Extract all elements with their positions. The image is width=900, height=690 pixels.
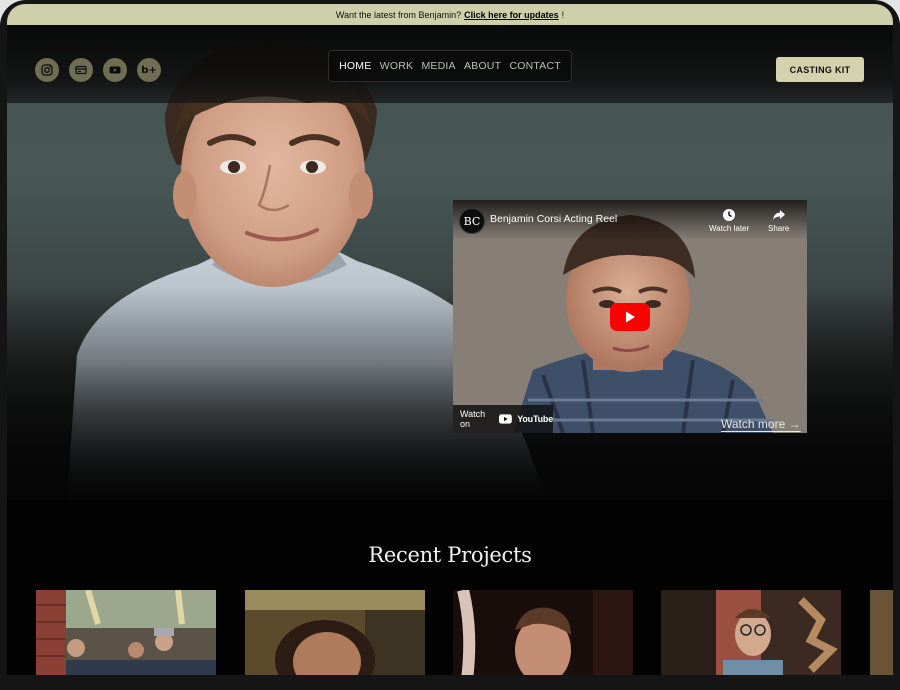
nav-contact[interactable]: CONTACT xyxy=(509,60,560,72)
updates-link[interactable]: Click here for updates xyxy=(464,10,559,20)
casting-kit-button[interactable]: CASTING KIT xyxy=(776,57,864,82)
watch-later-label: Watch later xyxy=(709,224,750,233)
project-thumbnail-partial[interactable] xyxy=(870,590,893,675)
channel-avatar[interactable]: BC xyxy=(459,208,485,234)
watch-on-youtube-button[interactable]: Watch on YouTube xyxy=(453,405,553,433)
project-thumbnail[interactable] xyxy=(453,590,633,675)
browser-viewport: Want the latest from Benjamin? Click her… xyxy=(7,4,893,675)
watch-on-label: Watch on xyxy=(460,409,486,429)
social-links: b+ xyxy=(35,58,161,82)
main-nav: HOME WORK MEDIA ABOUT CONTACT xyxy=(328,50,572,82)
announcement-text: Want the latest from Benjamin? xyxy=(335,9,462,20)
behance-icon: b+ xyxy=(141,64,157,76)
nav-home[interactable]: HOME xyxy=(339,60,371,72)
card-link[interactable] xyxy=(69,58,93,82)
youtube-link[interactable] xyxy=(103,58,127,82)
play-button[interactable] xyxy=(610,303,650,331)
project-thumbnail[interactable] xyxy=(36,590,216,675)
announcement-suffix: ! xyxy=(561,9,565,20)
watch-more-link[interactable]: Watch more → xyxy=(721,417,801,431)
behance-link[interactable]: b+ xyxy=(137,58,161,82)
nav-about[interactable]: ABOUT xyxy=(464,60,501,72)
youtube-wordmark: YouTube xyxy=(517,414,553,424)
project-thumbnail[interactable] xyxy=(245,590,425,675)
instagram-icon xyxy=(41,64,53,76)
nav-media[interactable]: MEDIA xyxy=(421,60,455,72)
project-thumbnail[interactable] xyxy=(661,590,841,675)
watch-later-button[interactable]: Watch later xyxy=(709,208,749,233)
youtube-logo-icon xyxy=(499,414,513,424)
video-embed[interactable]: BC Benjamin Corsi Acting Reel Watch late… xyxy=(453,200,807,433)
nav-work[interactable]: WORK xyxy=(380,60,413,72)
instagram-link[interactable] xyxy=(35,58,59,82)
recent-projects-title: Recent Projects xyxy=(368,543,532,567)
clock-icon xyxy=(723,209,736,221)
video-title[interactable]: Benjamin Corsi Acting Reel xyxy=(490,213,617,225)
card-icon xyxy=(75,65,87,75)
youtube-icon xyxy=(109,66,121,74)
play-icon xyxy=(626,311,635,323)
share-icon xyxy=(772,210,785,220)
share-label: Share xyxy=(768,224,790,233)
share-button[interactable]: Share xyxy=(768,208,789,233)
announcement-bar: Want the latest from Benjamin? Click her… xyxy=(7,4,893,25)
